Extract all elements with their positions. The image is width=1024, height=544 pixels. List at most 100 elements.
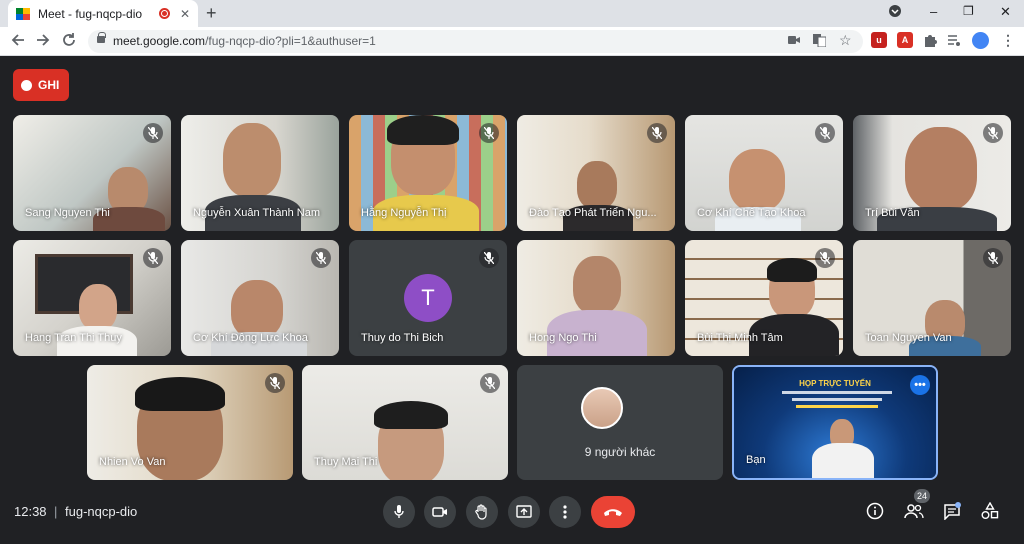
minimize-button[interactable]: – [930,4,937,19]
participant-name: Cơ Khí Chế Tạo Khoa [697,207,806,219]
others-count-label: 9 người khác [584,445,656,459]
new-tab-button[interactable]: + [206,3,217,24]
people-button[interactable] [903,500,925,522]
participant-tile[interactable]: Bùi Thị Minh Tâm [685,240,843,356]
ublock-extension-icon[interactable]: u [871,32,887,48]
participant-tile[interactable]: Hang Tran Thi Thuy [13,240,171,356]
participant-tile[interactable]: Hong Ngo Thi [517,240,675,356]
media-queue-icon[interactable] [946,32,962,48]
people-icon [904,504,924,519]
mic-off-icon [143,123,163,143]
mic-icon [394,505,404,518]
maximize-button[interactable]: ❐ [963,4,974,18]
chat-notification-dot [955,502,961,508]
participant-tile[interactable]: Cơ Khí Động Lực Khoa [181,240,339,356]
participant-tile[interactable]: Nhien Vo Van [87,365,293,480]
mic-off-icon [143,248,163,268]
present-screen-icon [516,505,532,518]
forward-button[interactable] [35,32,51,53]
call-end-icon [604,509,622,516]
mic-off-icon [479,248,499,268]
mic-off-icon [983,123,1003,143]
participant-name: Hang Tran Thi Thuy [25,332,122,344]
participant-tile[interactable]: T Thuy do Thi Bich [349,240,507,356]
meeting-time: 12:38 [14,504,47,519]
present-button[interactable] [508,496,540,528]
lock-icon [97,32,106,43]
participant-name: Thuy Mai Thi [314,456,378,468]
divider: | [54,504,58,519]
participant-tile[interactable]: Trí Bùi Văn [853,115,1011,231]
recording-dot-icon [21,79,32,91]
more-options-icon[interactable]: ••• [910,375,930,395]
recording-button[interactable]: GHI [13,69,69,101]
avatar: T [404,274,452,322]
browser-toolbar: meet.google.com/fug-nqcp-dio?pli=1&authu… [0,27,1024,56]
participant-name: Hằng Nguyễn Thị [361,207,447,219]
participant-name: Cơ Khí Động Lực Khoa [193,332,308,344]
participant-name: Nguyễn Xuân Thành Nam [193,207,320,219]
meeting-info-button[interactable] [864,500,886,522]
mic-off-icon [647,123,667,143]
pdf-extension-icon[interactable]: A [897,32,913,48]
close-window-button[interactable]: ✕ [1000,4,1011,20]
tab-search-icon[interactable] [888,4,902,21]
leave-call-button[interactable] [591,496,635,528]
participant-name: Trí Bùi Văn [865,207,920,219]
camera-icon [432,507,447,517]
mic-off-icon [265,373,285,393]
participant-name: Bùi Thị Minh Tâm [697,332,783,344]
raise-hand-icon [475,504,487,520]
participant-name: Toan Nguyen Van [865,332,952,344]
camera-button[interactable] [424,496,456,528]
avatar [581,387,623,429]
participant-tile[interactable]: Nguyễn Xuân Thành Nam [181,115,339,231]
camera-in-use-icon[interactable] [788,34,800,48]
mic-button[interactable] [383,496,415,528]
address-bar[interactable]: meet.google.com/fug-nqcp-dio?pli=1&authu… [88,30,863,53]
extensions-puzzle-icon[interactable] [922,32,938,48]
others-tile[interactable]: 9 người khác [517,365,723,480]
tab-title: Meet - fug-nqcp-dio [38,6,143,21]
url-text: meet.google.com/fug-nqcp-dio?pli=1&authu… [113,34,376,48]
translate-icon[interactable] [813,34,827,50]
more-vert-icon [563,505,567,519]
participant-tile[interactable]: Thuy Mai Thi [302,365,508,480]
meet-stage: GHI Sang Nguyen Thi Nguyễn Xuân Thành Na… [0,57,1024,544]
reload-button[interactable] [61,32,77,53]
mic-off-icon [479,123,499,143]
participant-name: Thuy do Thi Bich [361,332,444,344]
participant-tile[interactable]: Đào Tạo Phát Triển Ngu... [517,115,675,231]
info-icon [866,502,884,520]
participant-tile[interactable]: Sang Nguyen Thi [13,115,171,231]
mic-off-icon [815,248,835,268]
mic-off-icon [815,123,835,143]
back-button[interactable] [10,32,26,53]
tab-close-icon[interactable]: ✕ [180,8,190,20]
participant-count-badge: 24 [914,489,930,503]
participant-name: Nhien Vo Van [99,456,166,468]
activities-icon [981,502,999,519]
activities-button[interactable] [979,500,1001,522]
participant-tile[interactable]: Toan Nguyen Van [853,240,1011,356]
url-host: meet.google.com [113,34,206,48]
browser-tab[interactable]: Meet - fug-nqcp-dio ✕ [8,0,198,27]
profile-avatar[interactable] [972,32,989,49]
browser-menu-icon[interactable]: ⋮ [1000,32,1016,48]
mic-off-icon [311,248,331,268]
self-tile[interactable]: HỌP TRỰC TUYẾN ••• Bạn [732,365,938,480]
mic-off-icon [480,373,500,393]
more-options-button[interactable] [549,496,581,528]
participant-tile[interactable]: Cơ Khí Chế Tạo Khoa [685,115,843,231]
participant-name: Hong Ngo Thi [529,332,597,344]
browser-tab-strip: Meet - fug-nqcp-dio ✕ + – ❐ ✕ [0,0,1024,27]
meet-favicon-icon [16,7,30,20]
participant-name: Đào Tạo Phát Triển Ngu... [529,207,657,219]
participant-tile[interactable]: Hằng Nguyễn Thị [349,115,507,231]
bookmark-star-icon[interactable]: ☆ [839,32,852,49]
participant-name: Sang Nguyen Thi [25,207,110,219]
meeting-code: fug-nqcp-dio [65,504,138,519]
recording-indicator-icon [158,8,170,19]
url-path: /fug-nqcp-dio?pli=1&authuser=1 [205,34,376,48]
raise-hand-button[interactable] [466,496,498,528]
